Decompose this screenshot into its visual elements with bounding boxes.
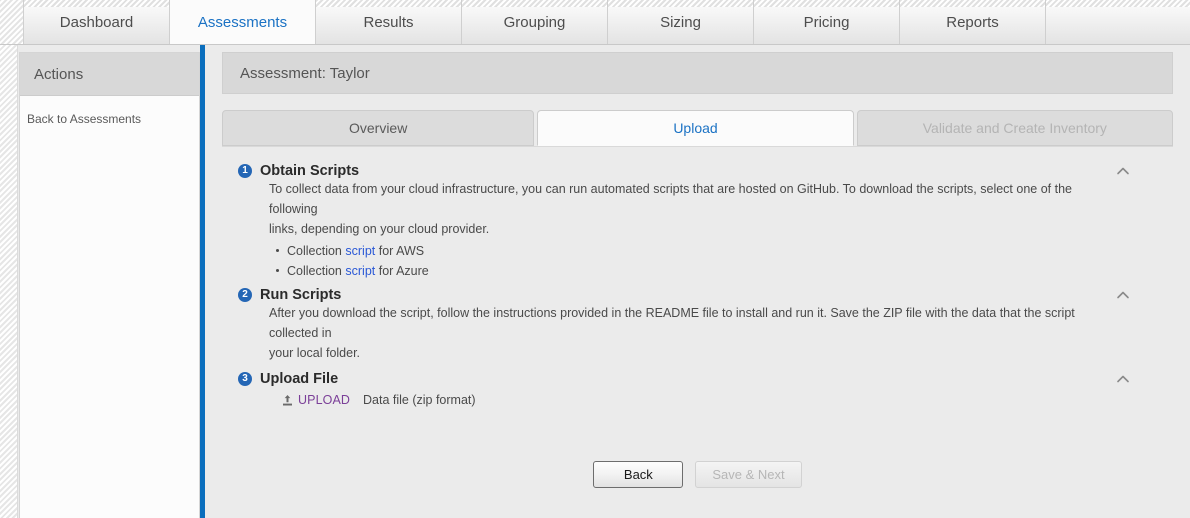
page-title: Assessment: Taylor — [222, 52, 1173, 94]
nav-left-edge — [0, 0, 24, 44]
nav-tab-reports[interactable]: Reports — [900, 0, 1046, 44]
main-panel: Assessment: Taylor Overview Upload Valid… — [205, 45, 1190, 518]
section-upload-file: 3 Upload File UPLOAD Data file (zip form… — [222, 371, 1173, 407]
section-paragraph-line1: After you download the script, follow th… — [269, 306, 1075, 340]
bullet-text-after: for Azure — [375, 264, 429, 278]
section-paragraph-line2: links, depending on your cloud provider. — [269, 222, 490, 236]
sidebar-item-back-to-assessments[interactable]: Back to Assessments — [20, 110, 199, 128]
section-run-scripts: 2 Run Scripts After you download the scr… — [222, 287, 1173, 363]
wizard-footer: Back Save & Next — [222, 461, 1173, 488]
bullet-text-before: Collection — [287, 264, 346, 278]
list-item: Collection script for Azure — [276, 261, 1103, 281]
section-header: 1 Obtain Scripts — [222, 163, 1173, 179]
list-item: Collection script for AWS — [276, 241, 1103, 261]
tab-label: Validate and Create Inventory — [922, 120, 1107, 136]
back-button[interactable]: Back — [593, 461, 684, 488]
section-obtain-scripts: 1 Obtain Scripts To collect data from yo… — [222, 163, 1173, 281]
upload-icon — [281, 394, 294, 407]
nav-tab-label: Results — [363, 13, 414, 31]
section-title: Obtain Scripts — [260, 163, 360, 179]
nav-tab-results[interactable]: Results — [316, 0, 462, 44]
actions-sidebar: Actions Back to Assessments — [19, 52, 200, 518]
nav-tab-grouping[interactable]: Grouping — [462, 0, 608, 44]
step-number-badge: 3 — [238, 372, 252, 386]
section-paragraph-line2: your local folder. — [269, 346, 361, 360]
sidebar-body: Back to Assessments — [20, 96, 199, 128]
section-body: To collect data from your cloud infrastr… — [222, 179, 1173, 281]
section-body: After you download the script, follow th… — [222, 303, 1173, 363]
step-number-badge: 2 — [238, 288, 252, 302]
nav-tab-label: Assessments — [197, 13, 288, 31]
section-title: Upload File — [260, 371, 339, 387]
chevron-up-icon[interactable] — [1115, 163, 1131, 179]
tab-label: Upload — [673, 120, 718, 136]
nav-tab-pricing[interactable]: Pricing — [754, 0, 900, 44]
left-edge-texture — [0, 45, 18, 518]
aws-script-link[interactable]: script — [345, 244, 375, 258]
nav-tab-label: Pricing — [803, 13, 850, 31]
azure-script-link[interactable]: script — [345, 264, 375, 278]
tab-overview[interactable]: Overview — [222, 110, 535, 146]
back-button-label: Back — [623, 467, 653, 482]
page-body: Actions Back to Assessments Assessment: … — [0, 45, 1190, 518]
sidebar-header-label: Actions — [34, 65, 84, 83]
bullet-text-before: Collection — [287, 244, 346, 258]
save-and-next-button-label: Save & Next — [712, 467, 785, 482]
upload-step-content: 1 Obtain Scripts To collect data from yo… — [222, 146, 1173, 518]
nav-tab-dashboard[interactable]: Dashboard — [24, 0, 170, 44]
nav-tab-label: Grouping — [503, 13, 566, 31]
tab-label: Overview — [348, 120, 408, 136]
upload-file-link[interactable]: UPLOAD — [298, 393, 350, 407]
primary-navigation-bar: Dashboard Assessments Results Grouping S… — [0, 0, 1190, 45]
nav-tab-sizing[interactable]: Sizing — [608, 0, 754, 44]
section-header: 3 Upload File — [222, 371, 1173, 387]
section-header: 2 Run Scripts — [222, 287, 1173, 303]
page-title-label: Assessment: Taylor — [240, 64, 370, 82]
application-window: Dashboard Assessments Results Grouping S… — [0, 0, 1190, 518]
chevron-up-icon[interactable] — [1115, 371, 1131, 387]
nav-tab-label: Dashboard — [59, 13, 134, 31]
nav-tab-label: Reports — [946, 13, 999, 31]
nav-tab-assessments[interactable]: Assessments — [170, 0, 316, 44]
bullet-text-after: for AWS — [375, 244, 425, 258]
save-and-next-button: Save & Next — [695, 461, 802, 488]
tab-validate-and-create-inventory: Validate and Create Inventory — [856, 110, 1173, 146]
nav-tab-label: Sizing — [660, 13, 701, 31]
script-links-list: Collection script for AWS Collection scr… — [269, 241, 1103, 281]
nav-filler — [1046, 0, 1190, 44]
chevron-up-icon[interactable] — [1115, 287, 1131, 303]
step-number-badge: 1 — [238, 164, 252, 178]
tab-upload[interactable]: Upload — [537, 110, 854, 146]
upload-control-row: UPLOAD Data file (zip format) — [222, 393, 1173, 407]
upload-file-hint: Data file (zip format) — [363, 393, 476, 407]
section-paragraph-line1: To collect data from your cloud infrastr… — [269, 182, 1072, 216]
sidebar-header: Actions — [20, 53, 199, 96]
section-title: Run Scripts — [260, 287, 342, 303]
wizard-tab-strip: Overview Upload Validate and Create Inve… — [222, 110, 1173, 146]
